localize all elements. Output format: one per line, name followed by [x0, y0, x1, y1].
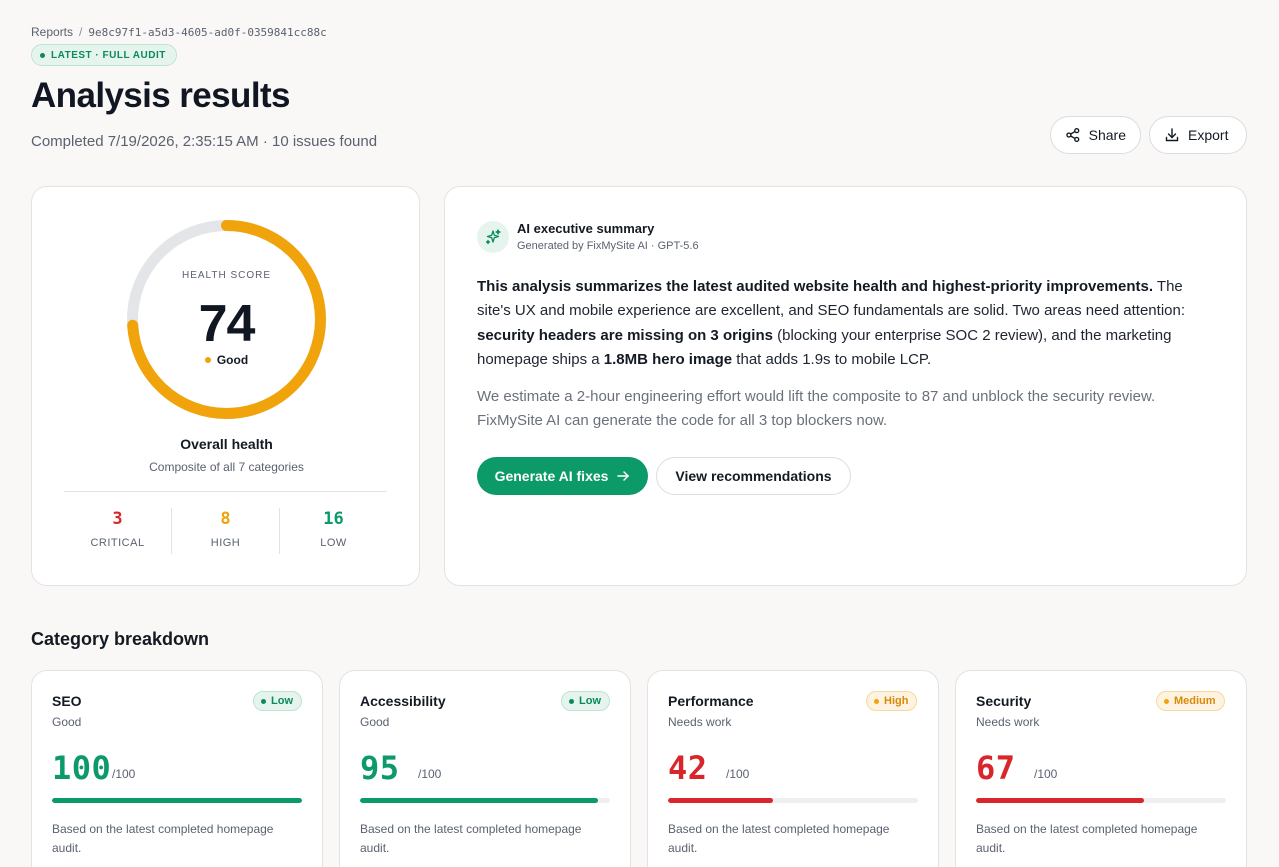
category-score: 67 — [976, 749, 1016, 787]
badge-dot-icon — [261, 698, 266, 704]
summary-bold-1: This analysis summarizes the latest audi… — [477, 278, 1154, 295]
summary-bold-2: security headers are missing on 3 origin… — [477, 326, 773, 344]
category-progress-bar — [52, 798, 302, 803]
category-note: Based on the latest completed homepage a… — [668, 822, 890, 855]
overall-health-subtitle: Composite of all 7 categories — [149, 460, 304, 474]
summary-text-3: that adds 1.9s to mobile LCP. — [732, 350, 932, 368]
severity-badge-label: High — [884, 695, 909, 707]
category-progress-bar — [976, 798, 1226, 803]
summary-paragraph-1: This analysis summarizes the latest audi… — [477, 275, 1217, 372]
category-note: Based on the latest completed homepage a… — [976, 822, 1198, 855]
category-name: Security — [976, 693, 1032, 709]
category-score-max: /100 — [112, 767, 136, 781]
breadcrumb-report-id: 9e8c97f1-a5d3-4605-ad0f-0359841cc88c — [88, 25, 327, 39]
severity-critical: 3 CRITICAL — [64, 508, 172, 554]
category-card-performance[interactable]: Performance Needs work High 42 /100 Base… — [647, 670, 939, 867]
category-score: 42 — [668, 749, 708, 787]
ai-summary-generated-by: Generated by FixMySite AI · GPT-5.6 — [517, 240, 699, 252]
category-progress-bar — [360, 798, 610, 803]
high-label: HIGH — [210, 537, 241, 549]
severity-badge-label: Low — [271, 695, 293, 707]
export-button-label: Export — [1188, 127, 1229, 143]
page-title: Analysis results — [31, 76, 290, 115]
arrow-right-icon — [617, 471, 630, 481]
category-score: 100 — [52, 749, 112, 787]
summary-paragraph-2: We estimate a 2-hour engineering effort … — [477, 388, 1156, 429]
category-status: Good — [52, 715, 82, 729]
severity-badge: Low — [561, 691, 610, 711]
share-icon — [1066, 127, 1080, 143]
badge-dot-icon — [40, 52, 45, 58]
generate-ai-fixes-label: Generate AI fixes — [494, 468, 609, 484]
category-note: Based on the latest completed homepage a… — [52, 822, 274, 855]
category-progress-fill — [668, 798, 773, 803]
category-status: Good — [360, 715, 390, 729]
sparkles-icon — [477, 221, 509, 253]
badge-dot-icon — [874, 698, 879, 704]
category-status: Needs work — [668, 715, 732, 729]
category-card-security[interactable]: Security Needs work Medium 67 /100 Based… — [955, 670, 1247, 867]
view-recommendations-label: View recommendations — [675, 468, 832, 484]
health-score-card: HEALTH SCORE 74 Good Overall health Comp… — [31, 186, 420, 586]
category-breakdown-title: Category breakdown — [31, 629, 210, 649]
breadcrumb-separator: / — [79, 25, 83, 39]
export-button[interactable]: Export — [1149, 116, 1247, 154]
health-status: Good — [32, 353, 421, 367]
category-score-max: /100 — [1034, 767, 1058, 781]
download-icon — [1165, 128, 1179, 142]
health-score-value: 74 — [198, 295, 256, 353]
category-score-max: /100 — [726, 767, 750, 781]
category-note: Based on the latest completed homepage a… — [360, 822, 582, 855]
view-recommendations-button[interactable]: View recommendations — [656, 457, 851, 495]
severity-badge-label: Low — [579, 695, 601, 707]
severity-counts: 3 CRITICAL 8 HIGH 16 LOW — [64, 508, 387, 554]
category-progress-bar — [668, 798, 918, 803]
breadcrumb: Reports / 9e8c97f1-a5d3-4605-ad0f-035984… — [31, 25, 327, 39]
generate-ai-fixes-button[interactable]: Generate AI fixes — [477, 457, 648, 495]
ai-summary-card: AI executive summary Generated by FixMyS… — [444, 186, 1247, 586]
status-dot-icon — [204, 357, 211, 363]
latest-audit-badge: LATEST · FULL AUDIT — [31, 44, 177, 66]
low-label: LOW — [320, 537, 347, 549]
share-button-label: Share — [1088, 127, 1126, 143]
category-score: 95 — [360, 749, 400, 787]
critical-label: CRITICAL — [90, 537, 145, 549]
summary-bold-3: 1.8MB hero image — [603, 350, 733, 368]
category-card-seo[interactable]: SEO Good Low 100 /100 Based on the lates… — [31, 670, 323, 867]
ai-summary-title: AI executive summary — [517, 221, 655, 236]
share-button[interactable]: Share — [1050, 116, 1141, 154]
category-progress-fill — [360, 798, 598, 803]
category-name: Accessibility — [360, 693, 446, 709]
badge-dot-icon — [569, 698, 574, 704]
health-score-label: HEALTH SCORE — [181, 270, 272, 281]
category-card-accessibility[interactable]: Accessibility Good Low 95 /100 Based on … — [339, 670, 631, 867]
breadcrumb-reports-link[interactable]: Reports — [31, 25, 73, 39]
low-count: 16 — [323, 509, 344, 529]
category-name: SEO — [52, 693, 82, 709]
critical-count: 3 — [112, 509, 123, 529]
page-subtitle: Completed 7/19/2026, 2:35:15 AM · 10 iss… — [31, 133, 378, 150]
severity-high: 8 HIGH — [172, 508, 280, 554]
severity-low: 16 LOW — [280, 508, 387, 554]
divider — [64, 491, 387, 492]
category-progress-fill — [976, 798, 1144, 803]
severity-badge: Low — [253, 691, 302, 711]
category-progress-fill — [52, 798, 302, 803]
category-status: Needs work — [976, 715, 1040, 729]
severity-badge: Medium — [1156, 691, 1225, 711]
overall-health-title: Overall health — [180, 436, 273, 452]
severity-badge: High — [866, 691, 918, 711]
category-score-max: /100 — [418, 767, 442, 781]
category-name: Performance — [668, 693, 754, 709]
health-status-label: Good — [216, 353, 249, 367]
badge-dot-icon — [1164, 698, 1169, 704]
latest-audit-badge-label: LATEST · FULL AUDIT — [51, 49, 166, 61]
severity-badge-label: Medium — [1174, 695, 1216, 707]
high-count: 8 — [220, 509, 231, 529]
